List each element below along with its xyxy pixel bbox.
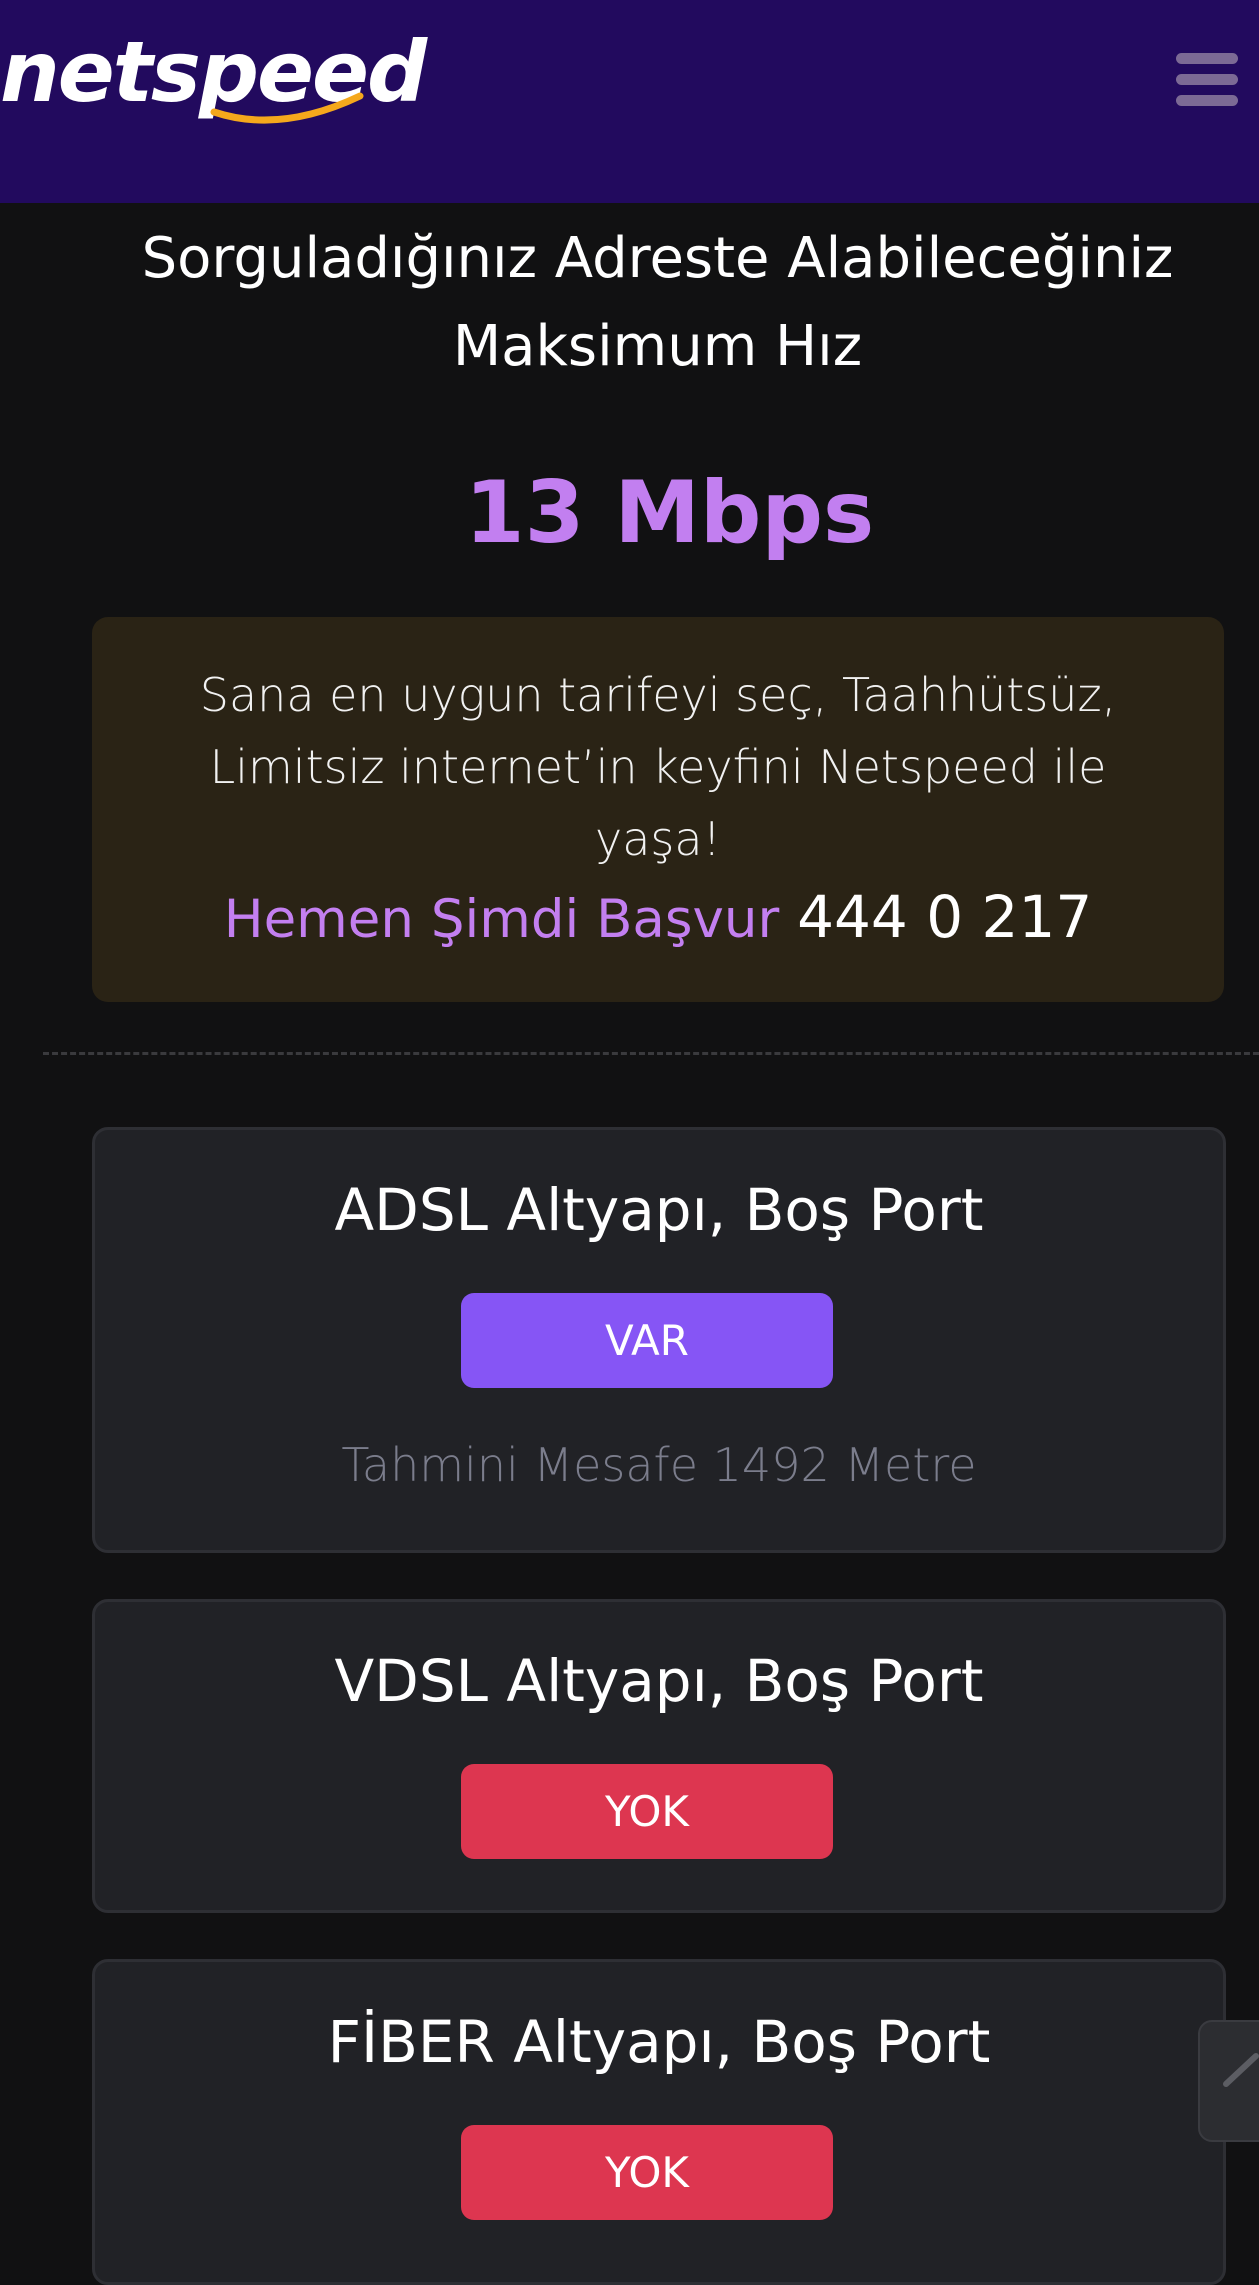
promo-cta: Hemen Şimdi Başvur 444 0 217: [92, 879, 1224, 958]
card-title: FİBER Altyapı, Boş Port: [327, 2008, 991, 2076]
max-speed-value: 13 Mbps: [464, 463, 875, 563]
status-button-yok[interactable]: YOK: [461, 1764, 833, 1859]
netspeed-logo[interactable]: netspeed: [0, 22, 427, 132]
infrastructure-card-vdsl: VDSL Altyapı, Boş Port YOK: [92, 1599, 1226, 1913]
promo-text: Sana en uygun tarifeyi seç, Taahhütsüz, …: [199, 668, 1117, 866]
infrastructure-card-adsl: ADSL Altyapı, Boş Port VAR Tahmini Mesaf…: [92, 1127, 1226, 1553]
app-header: netspeed: [0, 0, 1259, 203]
promo-box: Sana en uygun tarifeyi seç, Taahhütsüz, …: [92, 617, 1224, 1002]
status-button-var[interactable]: VAR: [461, 1293, 833, 1388]
apply-now-link[interactable]: Hemen Şimdi Başvur: [224, 889, 780, 950]
scroll-to-top-button[interactable]: [1198, 2020, 1259, 2142]
card-title: ADSL Altyapı, Boş Port: [334, 1176, 984, 1244]
chevron-up-icon: [1223, 2053, 1259, 2087]
estimated-distance: Tahmini Mesafe 1492 Metre: [341, 1438, 977, 1492]
infrastructure-card-fiber: FİBER Altyapı, Boş Port YOK: [92, 1959, 1226, 2285]
page-title: Sorguladığınız Adreste Alabileceğiniz Ma…: [141, 226, 1174, 379]
hamburger-icon[interactable]: [1170, 48, 1240, 112]
card-title: VDSL Altyapı, Boş Port: [334, 1647, 984, 1715]
phone-number-link[interactable]: 444 0 217: [797, 883, 1092, 951]
logo-swoosh-icon: [210, 92, 364, 124]
section-divider: [43, 1052, 1259, 1055]
status-button-yok[interactable]: YOK: [461, 2125, 833, 2220]
